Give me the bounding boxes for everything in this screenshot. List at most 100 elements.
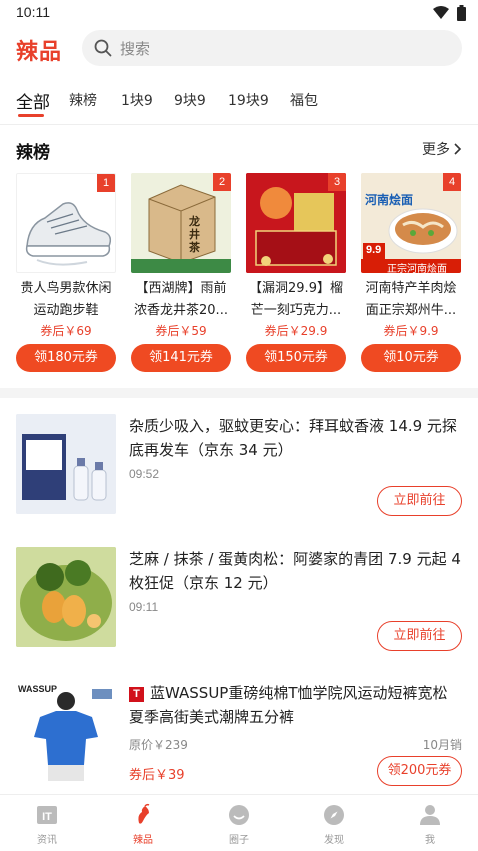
get-coupon-button[interactable]: 领180元券 bbox=[16, 344, 116, 372]
nav-circle[interactable]: 圈子 bbox=[209, 803, 269, 846]
product-name: 【西湖牌】雨前 浓香龙井茶20... bbox=[131, 278, 231, 322]
tab-1-9[interactable]: 1块9 bbox=[121, 90, 153, 110]
nav-news[interactable]: IT 资讯 bbox=[17, 803, 77, 846]
feed-thumbnail bbox=[16, 547, 116, 647]
product-image: 1 bbox=[16, 173, 116, 273]
bottom-navigation: IT 资讯 辣品 圈子 发现 我 bbox=[0, 794, 478, 851]
product-name-line: 【西湖牌】雨前 bbox=[135, 281, 227, 296]
nav-label: 发现 bbox=[324, 835, 344, 846]
tab-all[interactable]: 全部 bbox=[16, 88, 50, 113]
monthly-sales: 10月销 bbox=[422, 738, 462, 752]
get-coupon-button[interactable]: 领200元券 bbox=[377, 756, 462, 786]
feed-time: 09:11 bbox=[129, 600, 159, 614]
feed-item[interactable]: 芝麻 / 抹茶 / 蛋黄肉松：阿婆家的青团 7.9 元起 4 枚狂促（京东 12… bbox=[16, 547, 462, 651]
tab-9-9[interactable]: 9块9 bbox=[174, 90, 206, 110]
go-now-button[interactable]: 立即前往 bbox=[377, 621, 462, 651]
person-icon bbox=[420, 805, 440, 825]
nav-discover[interactable]: 发现 bbox=[304, 803, 364, 846]
status-bar: 10:11 bbox=[0, 0, 478, 26]
mosquito-liquid-image bbox=[16, 414, 116, 514]
tshirt-model-image bbox=[16, 681, 116, 781]
search-icon bbox=[94, 39, 112, 57]
feed-title: T 蓝WASSUP重磅纯棉T恤学院风运动短裤宽松夏季高街美式潮牌五分裤 bbox=[129, 681, 462, 729]
feed-title: 芝麻 / 抹茶 / 蛋黄肉松：阿婆家的青团 7.9 元起 4 枚狂促（京东 12… bbox=[129, 550, 461, 592]
chili-icon bbox=[138, 803, 150, 824]
top-bar: 辣品 搜索 bbox=[0, 28, 478, 70]
product-name-line: 浓香龙井茶20... bbox=[134, 303, 228, 318]
hot-product-card[interactable]: 龙井茶 2 【西湖牌】雨前 浓香龙井茶20... 券后￥59 领141元券 bbox=[131, 173, 231, 373]
nav-label: 辣品 bbox=[133, 835, 153, 846]
nav-label: 我 bbox=[425, 835, 435, 846]
feed-thumbnail: WASSUP bbox=[16, 681, 116, 781]
product-image: 3 bbox=[246, 173, 346, 273]
product-price: 券后￥9.9 bbox=[383, 324, 439, 338]
more-label: 更多 bbox=[422, 142, 450, 158]
battery-icon bbox=[457, 5, 466, 21]
feed-title-text: 蓝WASSUP重磅纯棉T恤学院风运动短裤宽松夏季高街美式潮牌五分裤 bbox=[129, 684, 448, 726]
svg-text:IT: IT bbox=[42, 811, 52, 823]
active-tab-indicator bbox=[18, 114, 44, 117]
hot-product-card[interactable]: 3 【漏洞29.9】榴 芒一刻巧克力... 券后￥29.9 领150元券 bbox=[246, 173, 346, 373]
noodle-image-banner: 正宗河南烩面 bbox=[387, 264, 447, 273]
rank-badge: 2 bbox=[213, 173, 231, 191]
get-coupon-button[interactable]: 领141元券 bbox=[131, 344, 231, 372]
product-name-line: 面正宗郑州牛... bbox=[365, 303, 457, 318]
tab-hot-list[interactable]: 辣榜 bbox=[69, 90, 97, 110]
compass-icon bbox=[324, 805, 344, 825]
product-price: 券后￥69 bbox=[40, 324, 92, 338]
wifi-icon bbox=[433, 6, 449, 19]
tab-lucky-bag[interactable]: 福包 bbox=[290, 90, 318, 110]
hot-product-card[interactable]: 河南烩面 9.9 正宗河南烩面 4 河南特产羊肉烩 面正宗郑州牛... 券后￥9… bbox=[361, 173, 461, 373]
app-logo: 辣品 bbox=[16, 40, 63, 65]
noodle-image-title: 河南烩面 bbox=[365, 193, 414, 207]
hot-list-title: 辣榜 bbox=[16, 143, 50, 163]
feed-time: 09:52 bbox=[129, 467, 160, 481]
hot-list-header: 辣榜 更多 bbox=[16, 138, 462, 163]
search-placeholder: 搜索 bbox=[120, 40, 151, 58]
rank-badge: 4 bbox=[443, 173, 461, 191]
rank-badge: 3 bbox=[328, 173, 346, 191]
noodle-image-price: 9.9 bbox=[366, 244, 382, 256]
product-name-line: 芒一刻巧克力... bbox=[250, 303, 342, 318]
product-image: 河南烩面 9.9 正宗河南烩面 4 bbox=[361, 173, 461, 273]
product-name-line: 运动跑步鞋 bbox=[33, 303, 99, 318]
feed-item[interactable]: 杂质少吸入，驱蚊更安心：拜耳蚊香液 14.9 元探底再发车（京东 34 元） 0… bbox=[16, 414, 462, 518]
divider bbox=[0, 124, 478, 125]
nav-label: 圈子 bbox=[229, 835, 249, 846]
brand-watermark: WASSUP bbox=[18, 684, 58, 694]
tmall-icon: T bbox=[129, 687, 144, 702]
hot-product-card[interactable]: 1 贵人鸟男款休闲 运动跑步鞋 券后￥69 领180元券 bbox=[16, 173, 116, 373]
feed-item[interactable]: WASSUP T 蓝WASSUP重磅纯棉T恤学院风运动短裤宽松夏季高街美式潮牌五分… bbox=[16, 681, 462, 786]
product-name-line: 河南特产羊肉烩 bbox=[365, 281, 457, 296]
tab-19-9[interactable]: 19块9 bbox=[228, 90, 269, 110]
category-tabs: 全部 辣榜 1块9 9块9 19块9 福包 bbox=[0, 86, 478, 122]
chevron-right-icon bbox=[454, 143, 462, 155]
product-name: 【漏洞29.9】榴 芒一刻巧克力... bbox=[246, 278, 346, 322]
go-now-button[interactable]: 立即前往 bbox=[377, 486, 462, 516]
qingtuan-image bbox=[16, 547, 116, 647]
product-name-line: 贵人鸟男款休闲 bbox=[20, 281, 112, 296]
get-coupon-button[interactable]: 领10元券 bbox=[361, 344, 461, 372]
original-price: 原价￥239 bbox=[129, 738, 188, 752]
product-price: 券后￥29.9 bbox=[264, 324, 328, 338]
feed-title: 杂质少吸入，驱蚊更安心：拜耳蚊香液 14.9 元探底再发车（京东 34 元） bbox=[129, 417, 457, 459]
tea-image-label: 龙井茶 bbox=[189, 215, 200, 254]
it-news-icon: IT bbox=[37, 806, 57, 824]
status-time: 10:11 bbox=[16, 4, 50, 20]
status-icons bbox=[433, 5, 466, 21]
product-name-line: 【漏洞29.9】榴 bbox=[249, 281, 343, 296]
rank-badge: 1 bbox=[97, 174, 115, 192]
more-link[interactable]: 更多 bbox=[422, 139, 462, 159]
nav-me[interactable]: 我 bbox=[400, 803, 460, 846]
product-price: 券后￥59 bbox=[155, 324, 207, 338]
feed-thumbnail bbox=[16, 414, 116, 514]
product-name: 贵人鸟男款休闲 运动跑步鞋 bbox=[16, 278, 116, 322]
coupon-price: 券后￥39 bbox=[129, 768, 185, 783]
product-name: 河南特产羊肉烩 面正宗郑州牛... bbox=[361, 278, 461, 322]
get-coupon-button[interactable]: 领150元券 bbox=[246, 344, 346, 372]
smile-circle-icon bbox=[229, 805, 249, 825]
nav-lapin[interactable]: 辣品 bbox=[113, 803, 173, 846]
search-input[interactable]: 搜索 bbox=[82, 30, 462, 66]
section-separator bbox=[0, 388, 478, 398]
product-image: 龙井茶 2 bbox=[131, 173, 231, 273]
